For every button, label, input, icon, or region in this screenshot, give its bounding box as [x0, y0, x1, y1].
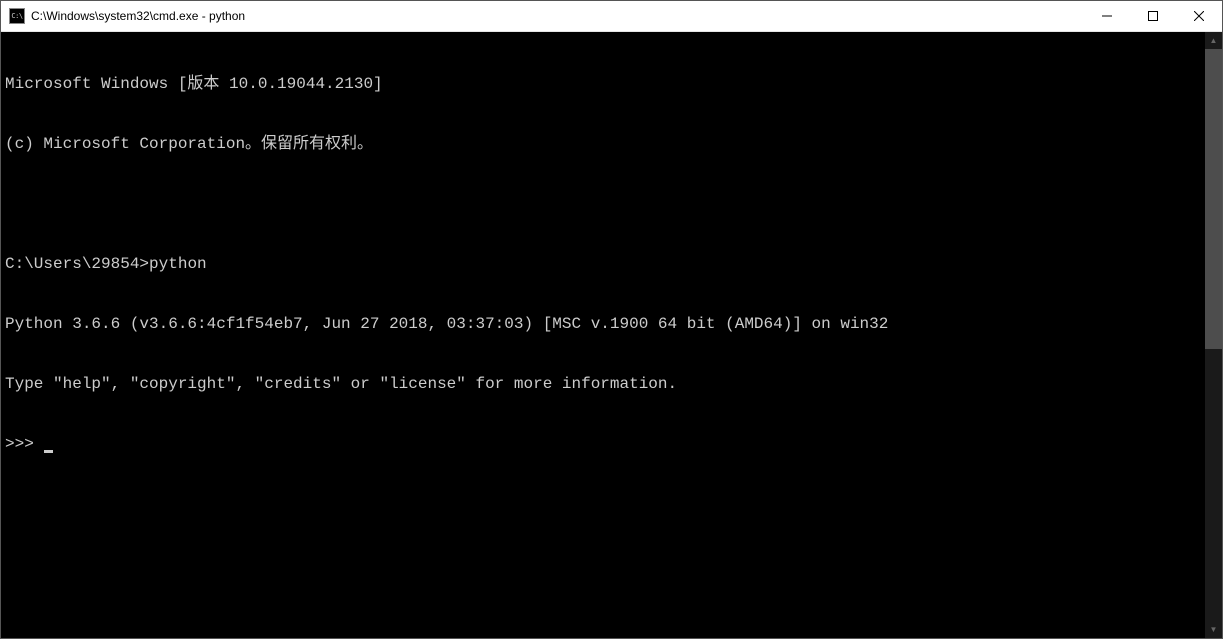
terminal-line: Type "help", "copyright", "credits" or "…	[5, 374, 1205, 394]
maximize-button[interactable]	[1130, 1, 1176, 31]
cmd-icon-text: C:\	[11, 12, 22, 20]
terminal-line	[5, 194, 1205, 214]
close-button[interactable]	[1176, 1, 1222, 31]
python-prompt: >>>	[5, 435, 43, 453]
scroll-down-arrow-icon[interactable]: ▼	[1205, 621, 1222, 638]
terminal-line: Python 3.6.6 (v3.6.6:4cf1f54eb7, Jun 27 …	[5, 314, 1205, 334]
window-title: C:\Windows\system32\cmd.exe - python	[31, 9, 1084, 23]
terminal-line: C:\Users\29854>python	[5, 254, 1205, 274]
terminal[interactable]: Microsoft Windows [版本 10.0.19044.2130] (…	[1, 32, 1205, 638]
cmd-icon: C:\	[9, 8, 25, 24]
scroll-up-arrow-icon[interactable]: ▲	[1205, 32, 1222, 49]
cursor	[44, 450, 53, 453]
terminal-line: >>>	[5, 434, 1205, 454]
titlebar: C:\ C:\Windows\system32\cmd.exe - python	[1, 1, 1222, 32]
close-icon	[1194, 11, 1204, 21]
terminal-line: (c) Microsoft Corporation。保留所有权利。	[5, 134, 1205, 154]
scrollbar-thumb[interactable]	[1205, 49, 1222, 349]
vertical-scrollbar[interactable]: ▲ ▼	[1205, 32, 1222, 638]
maximize-icon	[1148, 11, 1158, 21]
command-input: python	[149, 255, 207, 273]
terminal-line: Microsoft Windows [版本 10.0.19044.2130]	[5, 74, 1205, 94]
minimize-icon	[1102, 11, 1112, 21]
window-controls	[1084, 1, 1222, 31]
prompt: C:\Users\29854>	[5, 255, 149, 273]
terminal-container: Microsoft Windows [版本 10.0.19044.2130] (…	[1, 32, 1222, 638]
minimize-button[interactable]	[1084, 1, 1130, 31]
